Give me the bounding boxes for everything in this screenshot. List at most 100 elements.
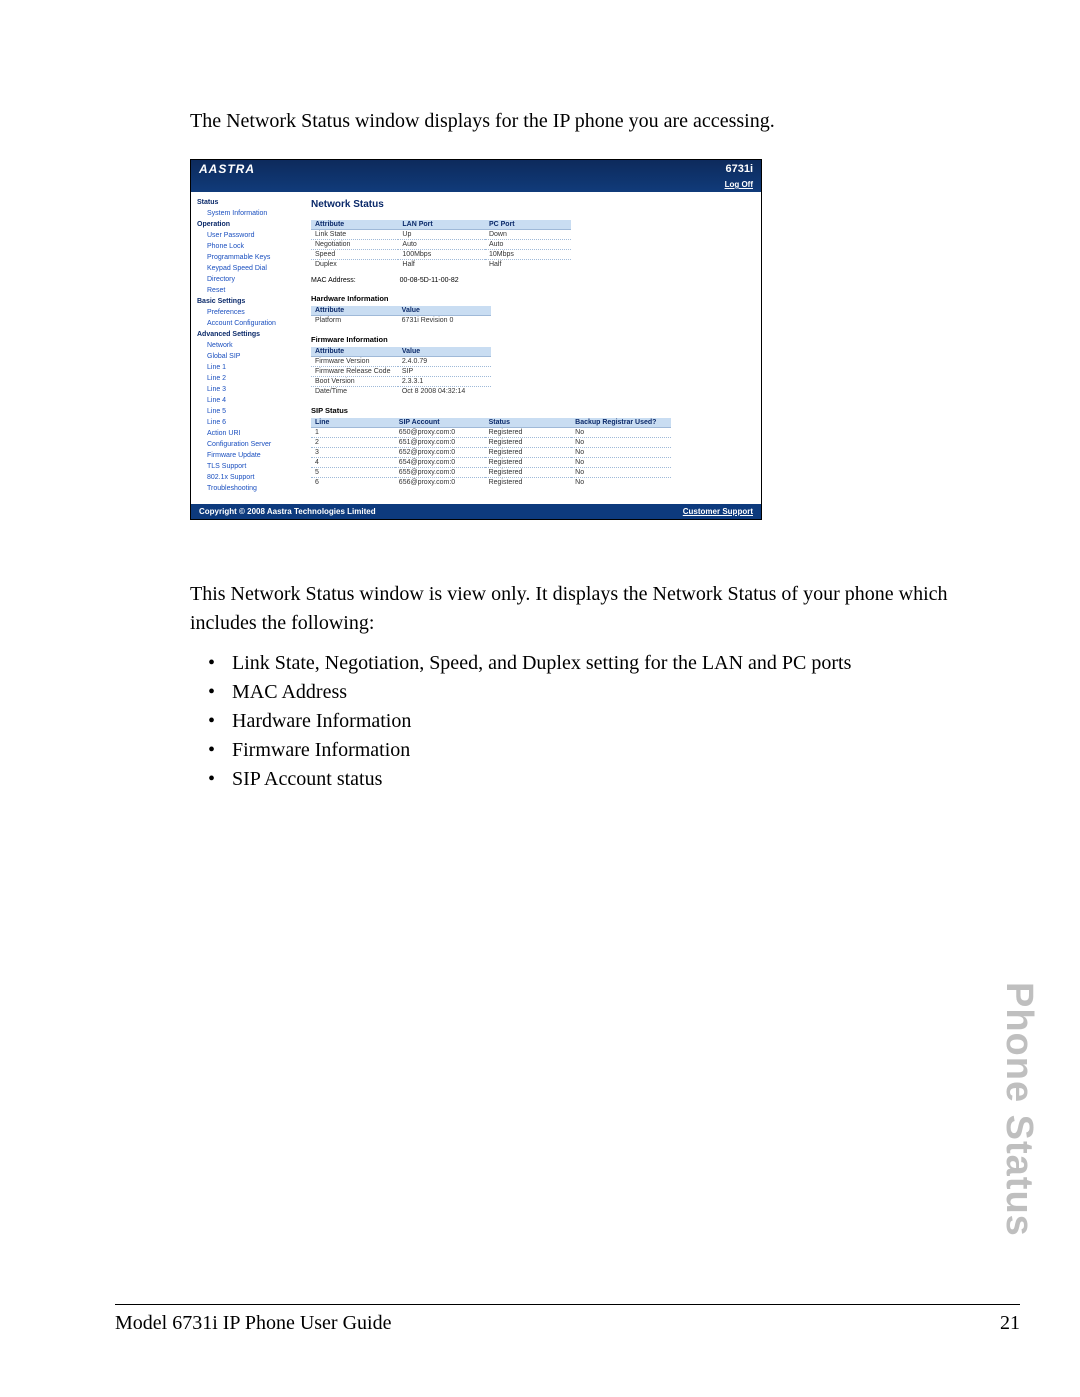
table-row: 4654@proxy.com:0RegisteredNo — [311, 458, 671, 468]
table-row: Link StateUpDown — [311, 230, 571, 240]
col-header: Status — [485, 418, 572, 428]
sidebar-item[interactable]: Line 1 — [197, 362, 303, 373]
cell: Registered — [485, 478, 572, 488]
sidebar-item[interactable]: Line 6 — [197, 417, 303, 428]
sidebar-item[interactable]: Account Configuration — [197, 318, 303, 329]
list-item: Firmware Information — [208, 739, 965, 762]
list-item: Hardware Information — [208, 710, 965, 733]
copyright-text: Copyright © 2008 Aastra Technologies Lim… — [199, 507, 376, 516]
fw-section-title: Firmware Information — [311, 335, 755, 344]
app-header: AASTRA 6731i Log Off — [191, 160, 761, 192]
sidebar-item[interactable]: System Information — [197, 208, 303, 219]
page-title: Network Status — [311, 199, 755, 210]
list-item: SIP Account status — [208, 768, 965, 791]
cell: No — [571, 458, 671, 468]
col-header: Line — [311, 418, 395, 428]
col-header: Value — [398, 347, 491, 357]
sidebar-item[interactable]: User Password — [197, 230, 303, 241]
cell: Registered — [485, 438, 572, 448]
brand-logo: AASTRA — [199, 162, 255, 176]
table-row: Firmware Release CodeSIP — [311, 367, 491, 377]
bullet-list: Link State, Negotiation, Speed, and Dupl… — [208, 652, 965, 791]
sidebar-item[interactable]: Programmable Keys — [197, 252, 303, 263]
cell: 4 — [311, 458, 395, 468]
sidebar-item[interactable]: Line 3 — [197, 384, 303, 395]
cell: 2.3.3.1 — [398, 377, 491, 387]
cell: 2.4.0.79 — [398, 357, 491, 367]
table-row: 5655@proxy.com:0RegisteredNo — [311, 468, 671, 478]
customer-support-link[interactable]: Customer Support — [683, 507, 753, 516]
section-side-title: Phone Status — [997, 982, 1040, 1237]
sidebar-item[interactable]: Reset — [197, 285, 303, 296]
sidebar-item[interactable]: 802.1x Support — [197, 472, 303, 483]
cell: 656@proxy.com:0 — [395, 478, 485, 488]
col-header: Attribute — [311, 220, 398, 230]
table-row: Boot Version2.3.3.1 — [311, 377, 491, 387]
sidebar-item[interactable]: Line 4 — [197, 395, 303, 406]
cell: Firmware Release Code — [311, 367, 398, 377]
network-table: AttributeLAN PortPC PortLink StateUpDown… — [311, 220, 571, 269]
table-row: NegotiationAutoAuto — [311, 240, 571, 250]
cell: 3 — [311, 448, 395, 458]
sidebar: StatusSystem InformationOperationUser Pa… — [191, 192, 307, 504]
table-row: 3652@proxy.com:0RegisteredNo — [311, 448, 671, 458]
page-footer: Model 6731i IP Phone User Guide 21 — [115, 1312, 1020, 1335]
app-footer: Copyright © 2008 Aastra Technologies Lim… — [191, 504, 761, 519]
cell: No — [571, 438, 671, 448]
hw-section-title: Hardware Information — [311, 294, 755, 303]
col-header: PC Port — [485, 220, 571, 230]
cell: 651@proxy.com:0 — [395, 438, 485, 448]
sidebar-item[interactable]: Troubleshooting — [197, 483, 303, 494]
cell: 100Mbps — [398, 250, 485, 260]
table-row: 2651@proxy.com:0RegisteredNo — [311, 438, 671, 448]
cell: Oct 8 2008 04:32:14 — [398, 387, 491, 397]
cell: SIP — [398, 367, 491, 377]
cell: Date/Time — [311, 387, 398, 397]
mac-value: 00-08-5D-11-00-82 — [400, 277, 459, 284]
sidebar-item[interactable]: Line 5 — [197, 406, 303, 417]
col-header: Attribute — [311, 347, 398, 357]
table-row: Platform6731i Revision 0 — [311, 316, 491, 326]
intro-text: The Network Status window displays for t… — [190, 110, 965, 133]
mac-label: MAC Address: — [311, 277, 356, 284]
col-header: Value — [398, 306, 491, 316]
cell: 5 — [311, 468, 395, 478]
cell: Registered — [485, 448, 572, 458]
sidebar-item[interactable]: Firmware Update — [197, 450, 303, 461]
footer-right: 21 — [1000, 1312, 1020, 1335]
cell: 6 — [311, 478, 395, 488]
sip-table: LineSIP AccountStatusBackup Registrar Us… — [311, 418, 671, 487]
cell: Link State — [311, 230, 398, 240]
cell: 1 — [311, 428, 395, 438]
cell: Duplex — [311, 260, 398, 270]
sidebar-group: Operation — [197, 219, 303, 230]
sidebar-item[interactable]: Network — [197, 340, 303, 351]
logoff-link[interactable]: Log Off — [725, 180, 753, 189]
cell: Down — [485, 230, 571, 240]
footer-rule — [115, 1304, 1020, 1305]
sidebar-item[interactable]: Keypad Speed Dial — [197, 263, 303, 274]
cell: Half — [398, 260, 485, 270]
col-header: Backup Registrar Used? — [571, 418, 671, 428]
sidebar-item[interactable]: Global SIP — [197, 351, 303, 362]
sidebar-item[interactable]: Action URI — [197, 428, 303, 439]
col-header: LAN Port — [398, 220, 485, 230]
cell: Platform — [311, 316, 398, 326]
model-label: 6731i — [725, 163, 753, 175]
after-intro: This Network Status window is view only.… — [190, 580, 965, 638]
cell: 2 — [311, 438, 395, 448]
sidebar-item[interactable]: TLS Support — [197, 461, 303, 472]
table-row: Speed100Mbps10Mbps — [311, 250, 571, 260]
sidebar-item[interactable]: Directory — [197, 274, 303, 285]
sidebar-item[interactable]: Line 2 — [197, 373, 303, 384]
sidebar-item[interactable]: Preferences — [197, 307, 303, 318]
sidebar-item[interactable]: Configuration Server — [197, 439, 303, 450]
cell: 10Mbps — [485, 250, 571, 260]
cell: 650@proxy.com:0 — [395, 428, 485, 438]
cell: 655@proxy.com:0 — [395, 468, 485, 478]
sidebar-group: Status — [197, 197, 303, 208]
table-row: 1650@proxy.com:0RegisteredNo — [311, 428, 671, 438]
table-row: DuplexHalfHalf — [311, 260, 571, 270]
sidebar-item[interactable]: Phone Lock — [197, 241, 303, 252]
cell: Negotiation — [311, 240, 398, 250]
